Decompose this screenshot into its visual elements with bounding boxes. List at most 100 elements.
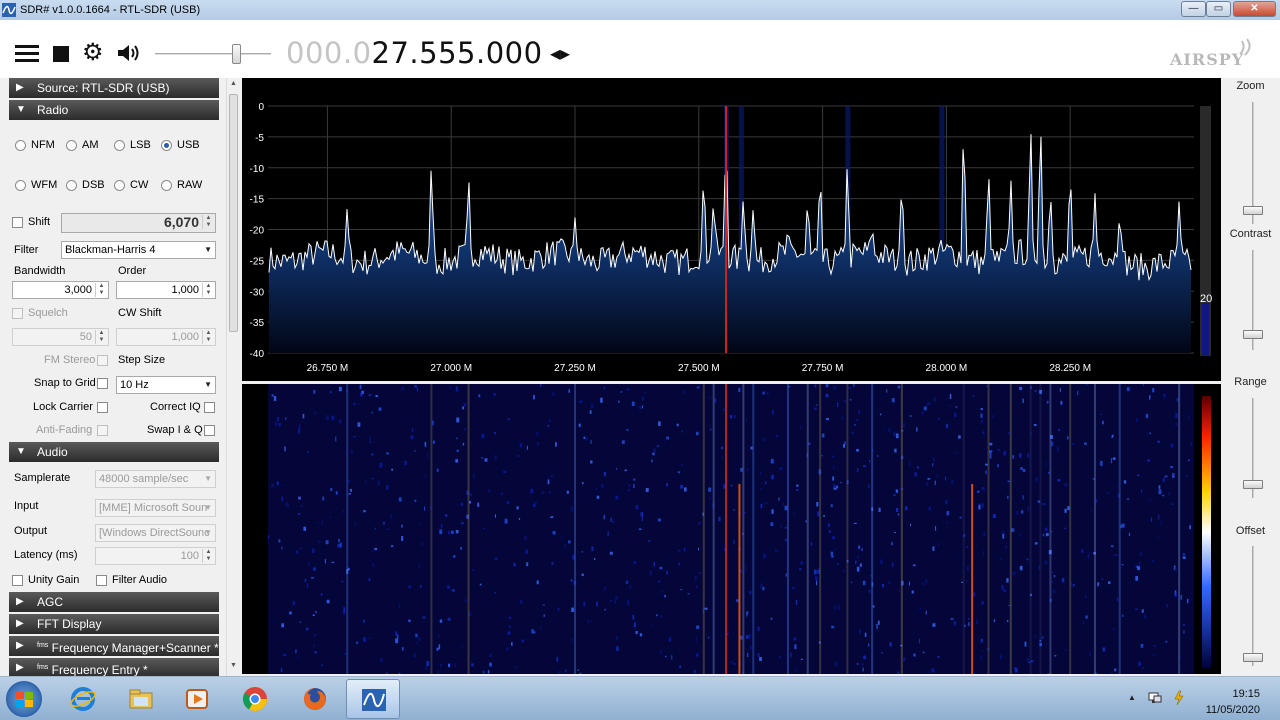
close-button[interactable]: ✕ (1233, 1, 1276, 17)
unitygain-checkbox[interactable] (12, 575, 23, 586)
zoom-slider[interactable] (1242, 102, 1264, 224)
taskbar-chrome[interactable] (228, 679, 282, 719)
mode-radio-am[interactable] (66, 140, 77, 151)
antifading-checkbox[interactable] (97, 425, 108, 436)
clock-date[interactable]: 11/05/2020 (1200, 704, 1260, 716)
taskbar-firefox[interactable] (288, 679, 342, 719)
filteraudio-checkbox[interactable] (96, 575, 107, 586)
panel-scrollbar[interactable]: ▲ ▼ (226, 78, 240, 676)
waterfall-speck (386, 485, 389, 490)
lockcarrier-checkbox[interactable] (97, 402, 108, 413)
waterfall-left-margin (242, 384, 268, 674)
show-hidden-icons-icon[interactable]: ▲ (1128, 693, 1136, 702)
section-frequency-entry[interactable]: ▶ fms Frequency Entry * (9, 658, 219, 676)
fmstereo-checkbox[interactable] (97, 355, 108, 366)
bandwidth-spinner-icon[interactable]: ▲ ▼ (95, 283, 107, 297)
range-thumb[interactable] (1243, 480, 1263, 489)
stop-icon[interactable] (53, 46, 69, 62)
scroll-down-icon[interactable]: ▼ (230, 662, 237, 669)
waterfall-signal-line (1069, 384, 1072, 674)
samplerate-select[interactable]: 48000 sample/sec ▼ (95, 470, 216, 488)
panel-scrollbar-thumb[interactable] (229, 94, 238, 332)
correctiq-checkbox[interactable] (204, 402, 215, 413)
contrast-thumb[interactable] (1243, 330, 1263, 339)
taskbar-media-player[interactable] (170, 679, 224, 719)
waterfall-speck (1180, 595, 1183, 600)
collapsed-arrow-icon: ▶ (16, 82, 24, 93)
taskbar-internet-explorer[interactable] (56, 679, 110, 719)
gear-icon[interactable]: ⚙ (82, 41, 104, 65)
offset-thumb[interactable] (1243, 653, 1263, 662)
clock-time[interactable]: 19:15 (1200, 688, 1260, 700)
network-icon[interactable] (1148, 691, 1162, 705)
output-device-select[interactable]: [Windows DirectSounc ▼ (95, 524, 216, 542)
section-source[interactable]: ▶ Source: RTL-SDR (USB) (9, 78, 219, 98)
input-device-select[interactable]: [MME] Microsoft Soun ▼ (95, 499, 216, 517)
mode-radio-usb[interactable] (161, 140, 172, 151)
minimize-button[interactable]: — (1181, 1, 1206, 17)
waterfall-speck (1135, 608, 1138, 610)
waterfall-speck (779, 467, 783, 470)
section-fft-display[interactable]: ▶ FFT Display (9, 614, 219, 634)
frequency-step-arrows-icon[interactable]: ◂▸ (550, 41, 570, 66)
mode-radio-lsb[interactable] (114, 140, 125, 151)
waterfall-speck (840, 481, 842, 484)
scroll-up-icon[interactable]: ▲ (230, 80, 237, 87)
range-slider[interactable] (1242, 398, 1264, 498)
volume-slider[interactable] (155, 42, 271, 66)
waterfall-speck (905, 506, 908, 511)
shift-checkbox[interactable] (12, 217, 23, 228)
offset-slider[interactable] (1242, 546, 1264, 666)
cwshift-input[interactable]: 1,000 ▲ ▼ (116, 328, 216, 346)
waterfall-speck (983, 532, 986, 536)
frequency-display[interactable]: 000.027.555.000 (286, 36, 543, 70)
latency-spinner-icon[interactable]: ▲ ▼ (202, 549, 214, 563)
maximize-button[interactable]: ▭ (1206, 1, 1231, 17)
taskbar-file-explorer[interactable] (114, 679, 168, 719)
mode-radio-wfm[interactable] (15, 180, 26, 191)
mode-radio-nfm[interactable] (15, 140, 26, 151)
power-icon[interactable] (1172, 690, 1186, 706)
mode-radio-cw[interactable] (114, 180, 125, 191)
bandwidth-input[interactable]: 3,000 ▲ ▼ (12, 281, 109, 299)
order-spinner-icon[interactable]: ▲ ▼ (202, 283, 214, 297)
zoom-thumb[interactable] (1243, 206, 1263, 215)
taskbar-sdrsharp[interactable] (346, 679, 400, 719)
squelch-input[interactable]: 50 ▲ ▼ (12, 328, 109, 346)
filter-select[interactable]: Blackman-Harris 4 ▼ (61, 241, 216, 259)
waterfall-speck (651, 625, 654, 627)
waterfall-speck (509, 625, 511, 629)
spectrum-analyzer[interactable]: CB10m Ham Band 0-5-10-15-20-25-30-35-40 … (242, 78, 1221, 381)
waterfall-speck (1090, 510, 1093, 512)
cwshift-spinner-icon[interactable]: ▲ ▼ (202, 330, 214, 344)
shift-input[interactable]: 6,070 ▲ ▼ (61, 213, 216, 233)
squelch-spinner-icon[interactable]: ▲ ▼ (95, 330, 107, 344)
snap-checkbox[interactable] (97, 378, 108, 389)
speaker-icon[interactable] (116, 42, 142, 64)
order-input[interactable]: 1,000 ▲ ▼ (116, 281, 216, 299)
waterfall-speck (1012, 455, 1015, 459)
latency-input[interactable]: 100 ▲ ▼ (95, 547, 216, 565)
contrast-slider[interactable] (1242, 250, 1264, 350)
waterfall-speck (816, 501, 819, 507)
waterfall-display[interactable] (242, 384, 1221, 674)
section-radio[interactable]: ▼ Radio (9, 100, 219, 120)
shift-spinner-icon[interactable]: ▲ ▼ (202, 215, 214, 229)
section-audio[interactable]: ▼ Audio (9, 442, 219, 462)
stepsize-select[interactable]: 10 Hz ▼ (116, 376, 216, 394)
airspy-logo: AIRSPY (1170, 50, 1245, 69)
swapiq-checkbox[interactable] (204, 425, 215, 436)
hamburger-menu-icon[interactable] (15, 45, 39, 63)
frequency-digits[interactable]: 27.555.000 (372, 36, 543, 70)
waterfall-speck (419, 523, 421, 526)
section-frequency-manager[interactable]: ▶ fms Frequency Manager+Scanner * (9, 636, 219, 656)
volume-thumb[interactable] (232, 44, 241, 64)
squelch-checkbox[interactable] (12, 308, 23, 319)
mode-radio-dsb[interactable] (66, 180, 77, 191)
section-agc[interactable]: ▶ AGC (9, 592, 219, 612)
mode-radio-raw[interactable] (161, 180, 172, 191)
waterfall-speck (404, 460, 407, 466)
waterfall-speck (1152, 654, 1156, 656)
frequency-leading-digits[interactable]: 000.0 (286, 36, 372, 70)
waterfall-speck (1053, 574, 1056, 578)
